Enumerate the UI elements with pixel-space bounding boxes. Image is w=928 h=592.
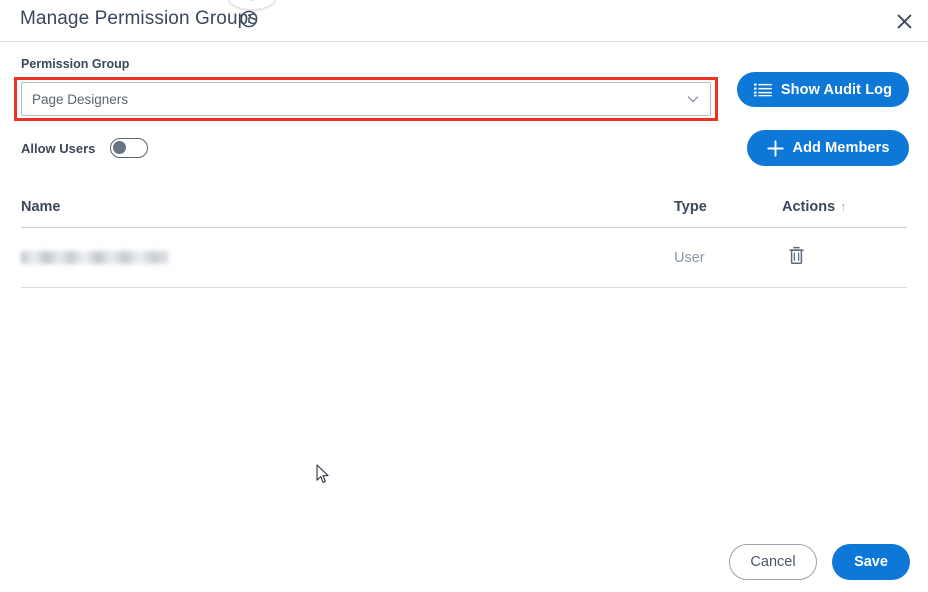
mouse-pointer-arrow: [316, 464, 330, 485]
add-members-label: Add Members: [792, 140, 890, 156]
close-x-icon: [897, 14, 912, 29]
trash-icon: [788, 246, 805, 270]
permission-group-selected-value: Page Designers: [32, 91, 129, 107]
permission-group-select[interactable]: Page Designers: [21, 82, 711, 116]
members-table: Name Type Actions ↑ User: [21, 187, 907, 288]
allow-users-label: Allow Users: [21, 141, 96, 156]
allow-users-toggle[interactable]: [110, 138, 148, 158]
member-actions-cell: [782, 246, 902, 270]
table-header-row: Name Type Actions ↑: [21, 187, 907, 228]
plus-icon: [766, 139, 784, 157]
dialog-footer: Cancel Save: [729, 544, 910, 580]
permission-group-label: Permission Group: [21, 57, 130, 71]
column-header-actions[interactable]: Actions ↑: [782, 199, 902, 215]
column-header-name[interactable]: Name: [21, 199, 674, 215]
column-header-actions-label: Actions: [782, 199, 836, 215]
table-row: User: [21, 228, 907, 288]
redacted-member-name: [21, 250, 169, 264]
delete-member-button[interactable]: [784, 246, 808, 270]
cancel-button[interactable]: Cancel: [729, 544, 817, 580]
sort-ascending-icon: ↑: [840, 199, 847, 214]
close-button[interactable]: [888, 5, 920, 37]
show-audit-log-label: Show Audit Log: [780, 81, 893, 98]
dialog-header: Manage Permission Groups: [0, 0, 928, 42]
save-button[interactable]: Save: [832, 544, 910, 580]
info-circle-icon[interactable]: [240, 10, 258, 28]
show-audit-log-button[interactable]: Show Audit Log: [737, 72, 909, 107]
toggle-knob: [113, 141, 126, 154]
member-name-cell: [21, 249, 674, 267]
audit-list-icon: [753, 83, 772, 97]
add-members-button[interactable]: Add Members: [747, 130, 909, 166]
column-header-type[interactable]: Type: [674, 199, 782, 215]
chevron-down-icon: [686, 92, 700, 106]
member-type-cell: User: [674, 249, 705, 266]
page-title: Manage Permission Groups: [20, 8, 258, 29]
permission-group-select-wrap: Page Designers: [21, 82, 711, 116]
